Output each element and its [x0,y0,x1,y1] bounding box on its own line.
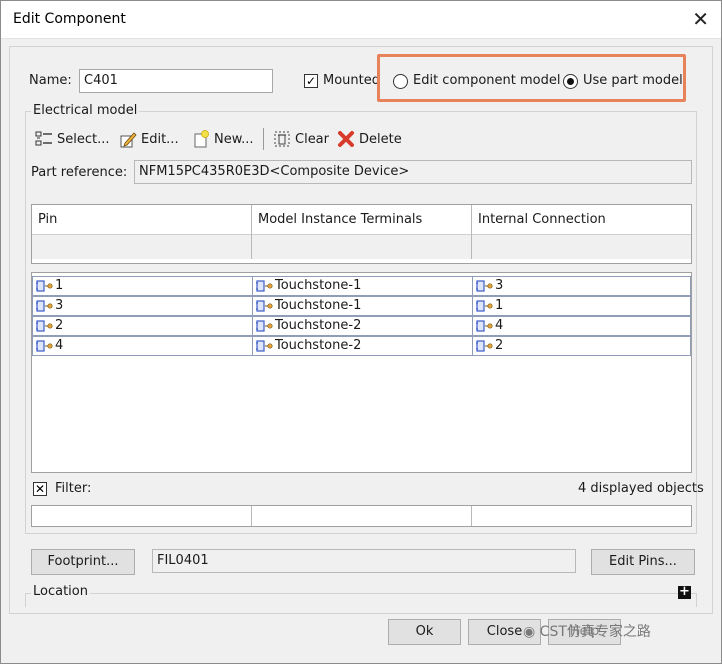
mounted-checkbox[interactable]: ✓ [304,74,318,88]
terminal-cell[interactable]: Touchstone-2 [252,336,473,356]
column-header-pin[interactable]: Pin [32,205,252,235]
internal-pin-icon [476,320,493,332]
electrical-model-title: Electrical model [31,103,140,118]
pin-cell[interactable]: 4 [32,336,253,356]
pin-table: 1 Touchstone-1 3 3 Touchstone-1 1 2 Touc… [31,272,692,473]
terminal-value: Touchstone-2 [275,318,362,333]
column-header-terminals[interactable]: Model Instance Terminals [252,205,472,235]
ok-button[interactable]: Ok [388,619,461,645]
internal-value: 2 [495,338,504,353]
table-row[interactable]: 3 Touchstone-1 1 [32,296,691,316]
clear-button[interactable]: Clear [273,128,329,150]
terminal-cell[interactable]: Touchstone-1 [252,276,473,296]
filter-label: Filter: [55,481,92,496]
column-header-row: Pin Model Instance Terminals Internal Co… [32,205,691,235]
location-label: Location [31,584,90,599]
header-filter-internal[interactable] [472,235,691,259]
part-reference-label: Part reference: [31,165,128,180]
expand-location-plus-icon[interactable]: + [678,585,691,599]
pin-cell[interactable]: 1 [32,276,253,296]
column-header-panel: Pin Model Instance Terminals Internal Co… [31,204,692,264]
terminal-value: Touchstone-2 [275,338,362,353]
name-input[interactable]: C401 [79,69,273,93]
new-label: New... [214,131,254,147]
table-row[interactable]: 2 Touchstone-2 4 [32,316,691,336]
use-part-model-label: Use part model [583,73,683,88]
pin-value: 1 [55,278,64,293]
pin-value: 3 [55,298,64,313]
select-label: Select... [57,131,110,147]
edit-component-model-label: Edit component model [413,73,561,88]
select-list-icon [35,130,53,148]
edit-label: Edit... [141,131,179,147]
title-bar: Edit Component ✕ [1,1,721,39]
pin-icon [36,280,53,292]
wechat-icon: ◉ [523,624,536,640]
new-button[interactable]: New... [192,128,254,150]
internal-cell[interactable]: 3 [472,276,691,296]
pin-cell[interactable]: 3 [32,296,253,316]
edit-pencil-icon [119,130,137,148]
use-part-model-radio[interactable] [563,74,578,89]
pin-cell[interactable]: 2 [32,316,253,336]
edit-component-dialog: Edit Component ✕ Name: C401 ✓ Mounted Ed… [0,0,722,664]
filter-input-internal[interactable] [472,506,691,526]
terminal-cell[interactable]: Touchstone-1 [252,296,473,316]
filter-input-terminals[interactable] [252,506,472,526]
footprint-button[interactable]: Footprint... [31,549,135,575]
terminal-value: Touchstone-1 [275,278,362,293]
toolbar-separator [263,128,264,150]
filter-toggle-checkbox[interactable]: ✕ [33,482,47,496]
new-document-icon [192,130,210,148]
internal-cell[interactable]: 4 [472,316,691,336]
displayed-objects-status: 4 displayed objects [578,481,704,496]
terminal-icon [256,300,273,312]
edit-pins-button[interactable]: Edit Pins... [591,549,695,575]
column-header-internal[interactable]: Internal Connection [472,205,691,235]
internal-pin-icon [476,340,493,352]
pin-icon [36,300,53,312]
clear-icon [273,130,291,148]
pin-value: 4 [55,338,64,353]
internal-value: 1 [495,298,504,313]
internal-pin-icon [476,280,493,292]
filter-input-pin[interactable] [32,506,252,526]
header-filter-terminals[interactable] [252,235,472,259]
terminal-icon [256,340,273,352]
terminal-icon [256,280,273,292]
delete-x-icon [337,130,355,148]
name-label: Name: [29,73,72,88]
pin-value: 2 [55,318,64,333]
pin-icon [36,340,53,352]
mounted-label: Mounted [323,73,380,88]
close-window-icon[interactable]: ✕ [692,7,709,31]
internal-value: 4 [495,318,504,333]
location-group [25,593,697,607]
watermark: ◉ CST仿真专家之路 [523,621,651,641]
internal-value: 3 [495,278,504,293]
bottom-filter-row [31,505,692,527]
header-filter-pin[interactable] [32,235,252,259]
terminal-value: Touchstone-1 [275,298,362,313]
select-button[interactable]: Select... [35,128,110,150]
terminal-icon [256,320,273,332]
watermark-text: CST仿真专家之路 [539,624,651,640]
clear-label: Clear [295,131,329,147]
table-row[interactable]: 4 Touchstone-2 2 [32,336,691,356]
internal-cell[interactable]: 2 [472,336,691,356]
internal-pin-icon [476,300,493,312]
edit-button[interactable]: Edit... [119,128,179,150]
terminal-cell[interactable]: Touchstone-2 [252,316,473,336]
part-reference-field: NFM15PC435R0E3D<Composite Device> [134,160,692,184]
delete-button[interactable]: Delete [337,128,402,150]
edit-component-model-radio[interactable] [393,74,408,89]
internal-cell[interactable]: 1 [472,296,691,316]
pin-icon [36,320,53,332]
window-title: Edit Component [13,11,126,27]
delete-label: Delete [359,131,402,147]
footprint-field: FIL0401 [152,549,576,573]
table-row[interactable]: 1 Touchstone-1 3 [32,276,691,296]
header-filter-row [32,235,691,259]
